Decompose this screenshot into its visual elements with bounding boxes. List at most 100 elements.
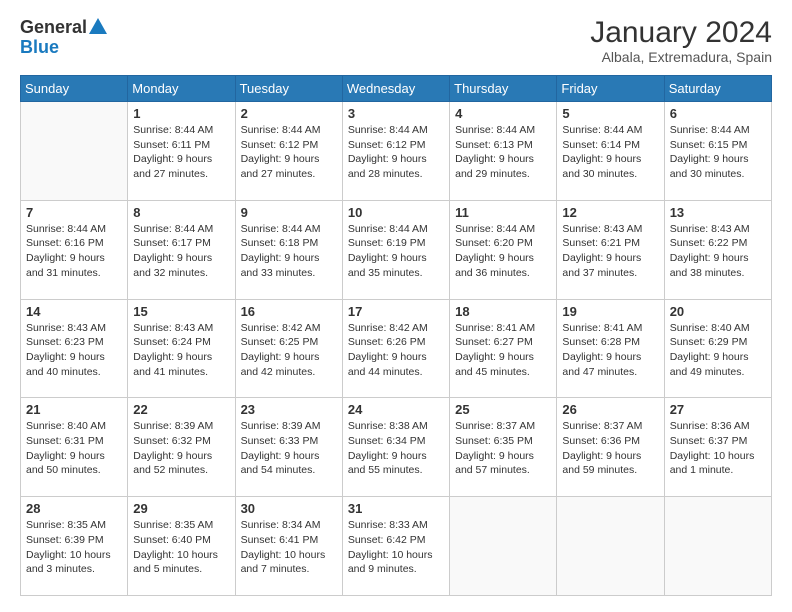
- day-number: 7: [26, 205, 122, 220]
- day-info: Sunrise: 8:37 AM Sunset: 6:36 PM Dayligh…: [562, 419, 658, 478]
- day-info: Sunrise: 8:44 AM Sunset: 6:18 PM Dayligh…: [241, 222, 337, 281]
- day-number: 27: [670, 402, 766, 417]
- day-number: 10: [348, 205, 444, 220]
- day-info: Sunrise: 8:44 AM Sunset: 6:19 PM Dayligh…: [348, 222, 444, 281]
- calendar-cell: 21 Sunrise: 8:40 AM Sunset: 6:31 PM Dayli…: [21, 398, 128, 497]
- calendar-cell: 13 Sunrise: 8:43 AM Sunset: 6:22 PM Dayli…: [664, 200, 771, 299]
- day-info: Sunrise: 8:43 AM Sunset: 6:21 PM Dayligh…: [562, 222, 658, 281]
- calendar-cell: 6Sunrise: 8:44 AM Sunset: 6:15 PM Daylig…: [664, 102, 771, 201]
- subtitle: Albala, Extremadura, Spain: [590, 49, 772, 65]
- day-info: Sunrise: 8:41 AM Sunset: 6:28 PM Dayligh…: [562, 321, 658, 380]
- day-number: 18: [455, 304, 551, 319]
- day-info: Sunrise: 8:39 AM Sunset: 6:32 PM Dayligh…: [133, 419, 229, 478]
- calendar-cell: 3 Sunrise: 8:44 AM Sunset: 6:12 PM Daylig…: [342, 102, 449, 201]
- day-number: 12: [562, 205, 658, 220]
- day-info: Sunrise: 8:41 AM Sunset: 6:27 PM Dayligh…: [455, 321, 551, 380]
- day-number: 22: [133, 402, 229, 417]
- day-info: Sunrise: 8:43 AM Sunset: 6:23 PM Dayligh…: [26, 321, 122, 380]
- calendar-week-row: 14 Sunrise: 8:43 AM Sunset: 6:23 PM Dayli…: [21, 299, 772, 398]
- day-info: Sunrise: 8:33 AM Sunset: 6:42 PM Dayligh…: [348, 518, 444, 577]
- day-number: 6: [670, 106, 766, 121]
- calendar-cell: [557, 497, 664, 596]
- calendar-week-row: 28Sunrise: 8:35 AM Sunset: 6:39 PM Dayli…: [21, 497, 772, 596]
- calendar-cell: 22 Sunrise: 8:39 AM Sunset: 6:32 PM Dayli…: [128, 398, 235, 497]
- day-info: Sunrise: 8:40 AM Sunset: 6:31 PM Dayligh…: [26, 419, 122, 478]
- day-number: 19: [562, 304, 658, 319]
- logo-blue: Blue: [20, 38, 59, 56]
- calendar-week-row: 1 Sunrise: 8:44 AM Sunset: 6:11 PM Daylig…: [21, 102, 772, 201]
- day-number: 26: [562, 402, 658, 417]
- col-tuesday: Tuesday: [235, 76, 342, 102]
- col-monday: Monday: [128, 76, 235, 102]
- day-number: 16: [241, 304, 337, 319]
- calendar-cell: 30Sunrise: 8:34 AM Sunset: 6:41 PM Dayli…: [235, 497, 342, 596]
- day-number: 1: [133, 106, 229, 121]
- day-number: 31: [348, 501, 444, 516]
- logo-icon: [87, 16, 109, 38]
- day-info: Sunrise: 8:44 AM Sunset: 6:14 PM Dayligh…: [562, 123, 658, 182]
- day-info: Sunrise: 8:44 AM Sunset: 6:12 PM Dayligh…: [241, 123, 337, 182]
- day-number: 9: [241, 205, 337, 220]
- day-number: 15: [133, 304, 229, 319]
- calendar-cell: 19 Sunrise: 8:41 AM Sunset: 6:28 PM Dayli…: [557, 299, 664, 398]
- day-info: Sunrise: 8:44 AM Sunset: 6:11 PM Dayligh…: [133, 123, 229, 182]
- day-info: Sunrise: 8:36 AM Sunset: 6:37 PM Dayligh…: [670, 419, 766, 478]
- day-info: Sunrise: 8:44 AM Sunset: 6:17 PM Dayligh…: [133, 222, 229, 281]
- day-number: 24: [348, 402, 444, 417]
- calendar-cell: 5 Sunrise: 8:44 AM Sunset: 6:14 PM Daylig…: [557, 102, 664, 201]
- calendar-cell: 10 Sunrise: 8:44 AM Sunset: 6:19 PM Dayli…: [342, 200, 449, 299]
- calendar-table: Sunday Monday Tuesday Wednesday Thursday…: [20, 75, 772, 596]
- calendar-cell: 23Sunrise: 8:39 AM Sunset: 6:33 PM Dayli…: [235, 398, 342, 497]
- calendar-cell: 15Sunrise: 8:43 AM Sunset: 6:24 PM Dayli…: [128, 299, 235, 398]
- day-info: Sunrise: 8:44 AM Sunset: 6:20 PM Dayligh…: [455, 222, 551, 281]
- day-number: 3: [348, 106, 444, 121]
- day-number: 21: [26, 402, 122, 417]
- day-info: Sunrise: 8:44 AM Sunset: 6:12 PM Dayligh…: [348, 123, 444, 182]
- calendar-cell: 1 Sunrise: 8:44 AM Sunset: 6:11 PM Daylig…: [128, 102, 235, 201]
- calendar-header-row: Sunday Monday Tuesday Wednesday Thursday…: [21, 76, 772, 102]
- calendar-cell: 8 Sunrise: 8:44 AM Sunset: 6:17 PM Daylig…: [128, 200, 235, 299]
- calendar-cell: 2 Sunrise: 8:44 AM Sunset: 6:12 PM Daylig…: [235, 102, 342, 201]
- day-number: 28: [26, 501, 122, 516]
- header: General Blue January 2024 Albala, Extrem…: [20, 16, 772, 65]
- day-info: Sunrise: 8:34 AM Sunset: 6:41 PM Dayligh…: [241, 518, 337, 577]
- calendar-cell: 20 Sunrise: 8:40 AM Sunset: 6:29 PM Dayli…: [664, 299, 771, 398]
- day-info: Sunrise: 8:35 AM Sunset: 6:40 PM Dayligh…: [133, 518, 229, 577]
- day-number: 17: [348, 304, 444, 319]
- day-info: Sunrise: 8:40 AM Sunset: 6:29 PM Dayligh…: [670, 321, 766, 380]
- day-number: 20: [670, 304, 766, 319]
- day-number: 8: [133, 205, 229, 220]
- day-number: 25: [455, 402, 551, 417]
- day-info: Sunrise: 8:42 AM Sunset: 6:25 PM Dayligh…: [241, 321, 337, 380]
- calendar-cell: 31 Sunrise: 8:33 AM Sunset: 6:42 PM Dayli…: [342, 497, 449, 596]
- day-number: 2: [241, 106, 337, 121]
- col-sunday: Sunday: [21, 76, 128, 102]
- calendar-week-row: 21 Sunrise: 8:40 AM Sunset: 6:31 PM Dayli…: [21, 398, 772, 497]
- col-saturday: Saturday: [664, 76, 771, 102]
- page: General Blue January 2024 Albala, Extrem…: [0, 0, 792, 612]
- calendar-cell: 28Sunrise: 8:35 AM Sunset: 6:39 PM Dayli…: [21, 497, 128, 596]
- day-number: 11: [455, 205, 551, 220]
- col-friday: Friday: [557, 76, 664, 102]
- day-number: 5: [562, 106, 658, 121]
- col-wednesday: Wednesday: [342, 76, 449, 102]
- col-thursday: Thursday: [450, 76, 557, 102]
- day-number: 13: [670, 205, 766, 220]
- calendar-cell: 7Sunrise: 8:44 AM Sunset: 6:16 PM Daylig…: [21, 200, 128, 299]
- calendar-cell: 27 Sunrise: 8:36 AM Sunset: 6:37 PM Dayli…: [664, 398, 771, 497]
- day-number: 14: [26, 304, 122, 319]
- day-info: Sunrise: 8:39 AM Sunset: 6:33 PM Dayligh…: [241, 419, 337, 478]
- calendar-cell: 26 Sunrise: 8:37 AM Sunset: 6:36 PM Dayli…: [557, 398, 664, 497]
- day-info: Sunrise: 8:38 AM Sunset: 6:34 PM Dayligh…: [348, 419, 444, 478]
- calendar-cell: 14 Sunrise: 8:43 AM Sunset: 6:23 PM Dayli…: [21, 299, 128, 398]
- main-title: January 2024: [590, 16, 772, 49]
- calendar-cell: 18 Sunrise: 8:41 AM Sunset: 6:27 PM Dayli…: [450, 299, 557, 398]
- calendar-cell: 29Sunrise: 8:35 AM Sunset: 6:40 PM Dayli…: [128, 497, 235, 596]
- day-info: Sunrise: 8:43 AM Sunset: 6:22 PM Dayligh…: [670, 222, 766, 281]
- calendar-cell: 17 Sunrise: 8:42 AM Sunset: 6:26 PM Dayli…: [342, 299, 449, 398]
- calendar-cell: 4Sunrise: 8:44 AM Sunset: 6:13 PM Daylig…: [450, 102, 557, 201]
- day-info: Sunrise: 8:42 AM Sunset: 6:26 PM Dayligh…: [348, 321, 444, 380]
- calendar-cell: 16 Sunrise: 8:42 AM Sunset: 6:25 PM Dayli…: [235, 299, 342, 398]
- calendar-cell: [450, 497, 557, 596]
- calendar-cell: [664, 497, 771, 596]
